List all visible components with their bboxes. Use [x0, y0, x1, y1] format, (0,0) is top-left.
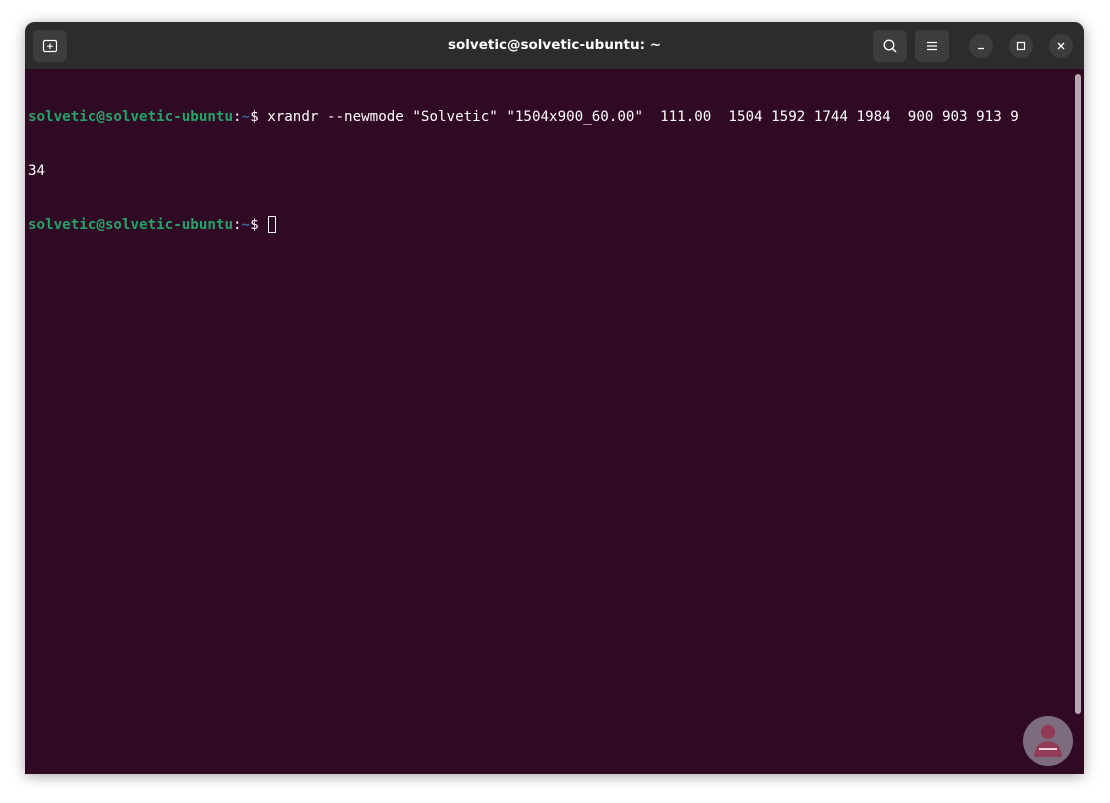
maximize-button[interactable]	[1009, 34, 1033, 58]
terminal-output[interactable]: solvetic@solvetic-ubuntu:~$ xrandr --new…	[25, 69, 1084, 774]
search-button[interactable]	[873, 30, 907, 62]
terminal-line: solvetic@solvetic-ubuntu:~$ xrandr --new…	[28, 108, 1084, 126]
prompt-symbol: $	[250, 109, 268, 125]
text-cursor	[268, 216, 277, 233]
menu-button[interactable]	[915, 30, 949, 62]
prompt-user: solvetic@solvetic-ubuntu	[28, 109, 233, 125]
command-text: xrandr --newmode "Solvetic" "1504x900_60…	[267, 109, 1019, 125]
title-bar: solvetic@solvetic-ubuntu: ~	[25, 22, 1084, 69]
terminal-line: solvetic@solvetic-ubuntu:~$	[28, 216, 1084, 234]
prompt-path: ~	[241, 217, 251, 233]
prompt-user: solvetic@solvetic-ubuntu	[28, 217, 233, 233]
prompt-path: ~	[241, 109, 251, 125]
minimize-icon	[978, 47, 984, 50]
hamburger-menu-icon	[927, 41, 937, 51]
person-icon	[1034, 725, 1062, 757]
prompt-colon: :	[233, 217, 242, 233]
minimize-button[interactable]	[969, 34, 993, 58]
close-icon	[1057, 42, 1065, 50]
prompt-symbol: $	[250, 217, 268, 233]
terminal-line: 34	[28, 162, 1084, 180]
search-icon	[883, 39, 897, 53]
prompt-colon: :	[233, 109, 242, 125]
close-button[interactable]	[1049, 34, 1073, 58]
maximize-icon	[1016, 41, 1026, 51]
output-text: 34	[28, 163, 46, 179]
scrollbar[interactable]	[1075, 74, 1081, 714]
watermark-logo	[1023, 716, 1073, 766]
terminal-window: solvetic@solvetic-ubuntu: ~ solvetic@sol…	[25, 22, 1084, 774]
